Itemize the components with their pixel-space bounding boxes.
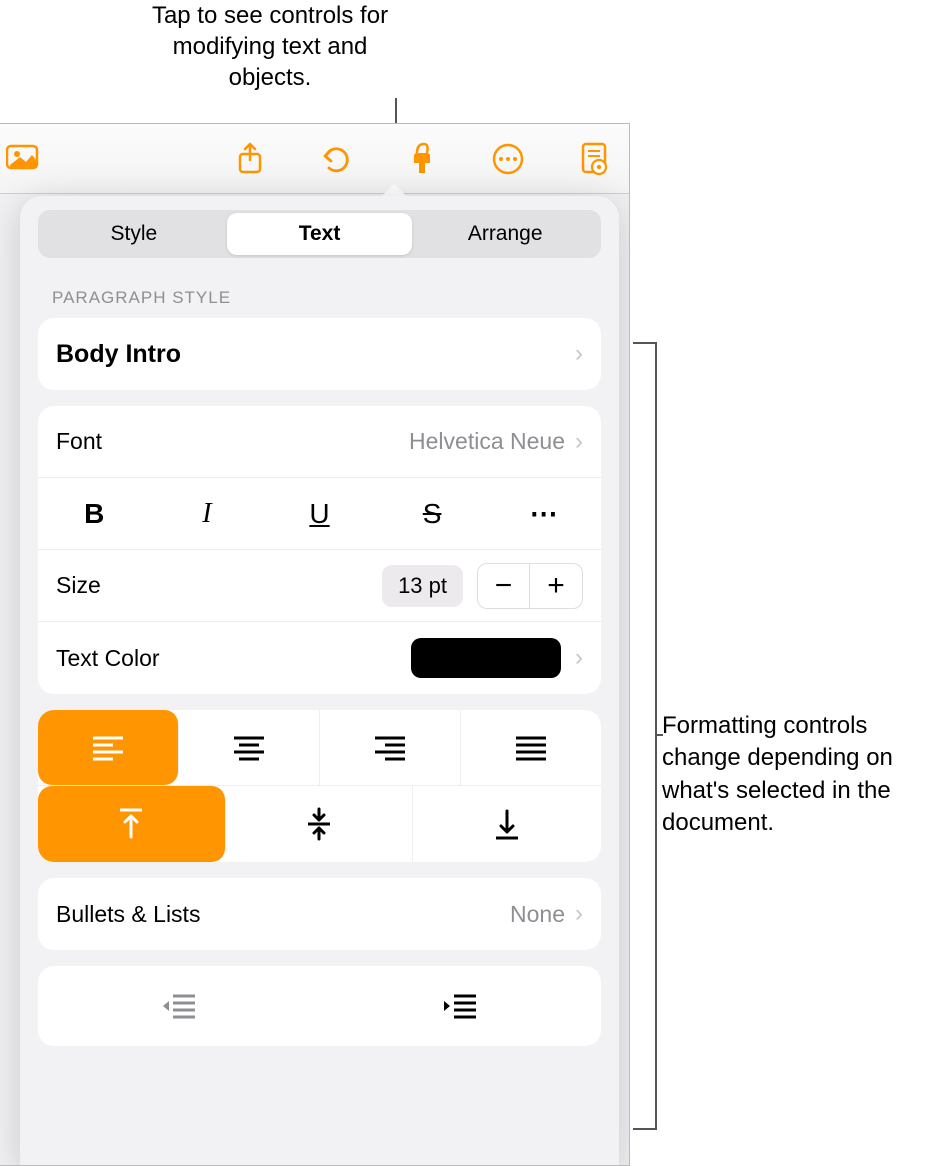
tab-text[interactable]: Text bbox=[227, 213, 413, 255]
more-text-options-button[interactable]: ⋯ bbox=[488, 497, 601, 530]
italic-button[interactable]: I bbox=[151, 498, 264, 530]
device-frame: Style Text Arrange PARAGRAPH STYLE Body … bbox=[0, 123, 630, 1166]
size-label: Size bbox=[56, 572, 382, 599]
format-tabs: Style Text Arrange bbox=[38, 210, 601, 258]
alignment-card bbox=[38, 710, 601, 862]
strikethrough-button[interactable]: S bbox=[376, 498, 489, 530]
valign-bottom-icon bbox=[494, 807, 520, 841]
valign-bottom-button[interactable] bbox=[413, 786, 601, 862]
valign-top-button[interactable] bbox=[38, 786, 226, 862]
valign-middle-button[interactable] bbox=[226, 786, 414, 862]
bullets-label: Bullets & Lists bbox=[56, 901, 510, 928]
align-left-icon bbox=[91, 735, 125, 761]
bold-button[interactable]: B bbox=[38, 498, 151, 530]
font-card: Font Helvetica Neue › B I U S ⋯ Size 13 … bbox=[38, 406, 601, 694]
underline-button[interactable]: U bbox=[263, 498, 376, 530]
indent-button[interactable] bbox=[320, 966, 602, 1046]
more-button[interactable] bbox=[487, 138, 529, 180]
more-icon bbox=[491, 142, 525, 176]
callout-top: Tap to see controls for modifying text a… bbox=[150, 0, 390, 94]
format-popover: Style Text Arrange PARAGRAPH STYLE Body … bbox=[20, 196, 619, 1166]
media-button[interactable] bbox=[2, 136, 44, 178]
text-color-row[interactable]: Text Color › bbox=[38, 622, 601, 694]
size-stepper: − + bbox=[477, 563, 583, 609]
valign-top-icon bbox=[118, 807, 144, 841]
media-icon bbox=[6, 143, 40, 171]
valign-middle-icon bbox=[306, 807, 332, 841]
bullets-row[interactable]: Bullets & Lists None › bbox=[38, 878, 601, 950]
text-color-swatch bbox=[411, 638, 561, 678]
font-value: Helvetica Neue bbox=[409, 428, 565, 455]
callout-bracket bbox=[633, 342, 657, 1130]
chevron-right-icon: › bbox=[575, 900, 583, 928]
document-view-button[interactable] bbox=[573, 138, 615, 180]
align-right-icon bbox=[373, 735, 407, 761]
brush-icon bbox=[407, 141, 437, 177]
chevron-right-icon: › bbox=[575, 428, 583, 456]
font-row[interactable]: Font Helvetica Neue › bbox=[38, 406, 601, 478]
paragraph-style-label: PARAGRAPH STYLE bbox=[52, 288, 601, 308]
bullets-value: None bbox=[510, 901, 565, 928]
callout-right: Formatting controls change depending on … bbox=[662, 710, 932, 840]
undo-button[interactable] bbox=[315, 138, 357, 180]
align-center-icon bbox=[232, 735, 266, 761]
paragraph-style-row[interactable]: Body Intro › bbox=[38, 318, 601, 390]
size-row: Size 13 pt − + bbox=[38, 550, 601, 622]
indent-icon bbox=[442, 992, 478, 1020]
callout-bracket-tick bbox=[655, 734, 663, 736]
align-center-button[interactable] bbox=[179, 710, 320, 785]
outdent-button[interactable] bbox=[38, 966, 320, 1046]
paragraph-style-card: Body Intro › bbox=[38, 318, 601, 390]
horizontal-align-row bbox=[38, 710, 601, 786]
outdent-icon bbox=[161, 992, 197, 1020]
share-button[interactable] bbox=[229, 138, 271, 180]
format-button[interactable] bbox=[401, 138, 443, 180]
text-style-strip: B I U S ⋯ bbox=[38, 478, 601, 550]
align-left-button[interactable] bbox=[38, 710, 179, 785]
vertical-align-row bbox=[38, 786, 601, 862]
font-label: Font bbox=[56, 428, 409, 455]
align-justify-icon bbox=[514, 735, 548, 761]
tab-arrange[interactable]: Arrange bbox=[412, 213, 598, 255]
undo-icon bbox=[320, 144, 352, 174]
bullets-card: Bullets & Lists None › bbox=[38, 878, 601, 950]
chevron-right-icon: › bbox=[575, 644, 583, 672]
indent-card bbox=[38, 966, 601, 1046]
text-color-label: Text Color bbox=[56, 645, 411, 672]
tab-style[interactable]: Style bbox=[41, 213, 227, 255]
align-right-button[interactable] bbox=[320, 710, 461, 785]
share-icon bbox=[236, 142, 264, 176]
chevron-right-icon: › bbox=[575, 340, 583, 368]
app-toolbar bbox=[0, 124, 629, 194]
size-decrease-button[interactable]: − bbox=[478, 564, 530, 608]
align-justify-button[interactable] bbox=[461, 710, 601, 785]
size-increase-button[interactable]: + bbox=[530, 564, 582, 608]
indent-row bbox=[38, 966, 601, 1046]
paragraph-style-value: Body Intro bbox=[56, 340, 575, 369]
document-view-icon bbox=[579, 142, 609, 176]
size-value[interactable]: 13 pt bbox=[382, 565, 463, 607]
